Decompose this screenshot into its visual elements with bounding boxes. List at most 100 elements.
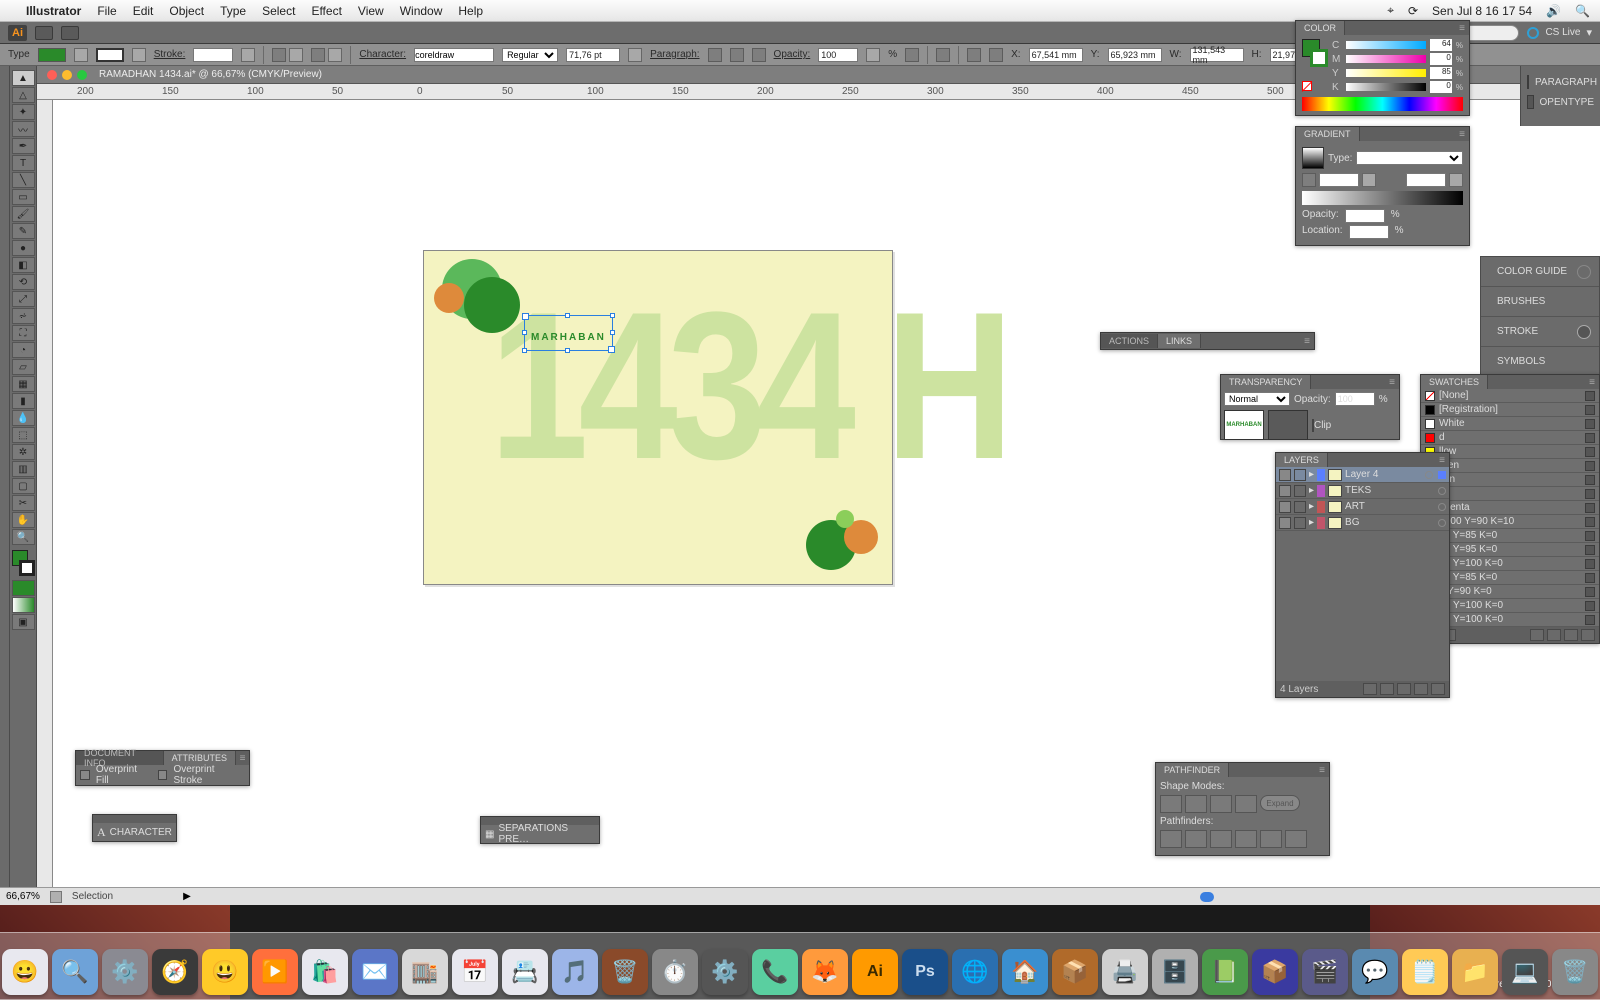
dock-app[interactable]: Ps [902,949,948,995]
dock-app[interactable]: 📇 [502,949,548,995]
align-right-icon[interactable] [752,48,766,62]
paragraph-link[interactable]: Paragraph: [650,49,699,60]
dock-app[interactable]: ⚙️ [102,949,148,995]
bluetooth-icon[interactable]: ⌖ [1387,3,1394,18]
tab-color[interactable]: COLOR [1296,21,1345,35]
locate-icon[interactable] [1363,683,1377,695]
layers-panel[interactable]: LAYERS≡ ▸Layer 4▸TEKS▸ART▸BG 4 Layers [1275,452,1450,698]
trim-button[interactable] [1185,830,1207,848]
tab-transparency[interactable]: TRANSPARENCY [1221,375,1311,389]
blend-tool[interactable]: ⬚ [12,427,35,443]
grad-location-input[interactable] [1349,225,1389,239]
character-mini-panel[interactable]: ACHARACTER [92,814,177,842]
gradient-mode-icon[interactable] [12,597,35,613]
w-input[interactable]: 131,543 mm [1190,48,1244,62]
font-weight-select[interactable]: Regular [502,48,558,62]
dock-app[interactable]: 🗑️ [602,949,648,995]
rail-color-guide[interactable]: COLOR GUIDE [1481,257,1599,287]
reverse-grad-icon[interactable] [1302,173,1316,187]
k-slider[interactable] [1346,83,1426,91]
mask-thumb[interactable] [1268,410,1308,440]
dock-app[interactable]: 📁 [1452,949,1498,995]
outline-button[interactable] [1260,830,1282,848]
color-panel[interactable]: COLOR≡ C64% M0% Y85% K0% [1295,20,1470,116]
pen-tool[interactable]: ✒ [12,138,35,154]
m-value[interactable]: 0 [1430,53,1452,65]
swatch-row[interactable]: [None] [1421,389,1599,403]
zoom-display[interactable]: 66,67% [6,891,40,902]
x-input[interactable]: 67,541 mm [1029,48,1083,62]
exclude-button[interactable] [1235,795,1257,813]
tab-pathfinder[interactable]: PATHFINDER [1156,763,1229,777]
arrange-button[interactable] [61,26,79,40]
dock-app[interactable]: 🏠 [1002,949,1048,995]
layer-row[interactable]: ▸BG [1276,515,1449,531]
volume-icon[interactable]: 🔊 [1546,4,1561,18]
spotlight-icon[interactable]: 🔍 [1575,4,1590,18]
grad-opacity-input[interactable] [1345,209,1385,223]
delete-layer-icon[interactable] [1431,683,1445,695]
character-link[interactable]: Character: [359,49,406,60]
blob-brush-tool[interactable]: ● [12,240,35,256]
magic-wand-tool[interactable]: ✦ [12,104,35,120]
none-swatch[interactable] [1302,81,1312,91]
gradient-type-select[interactable] [1356,151,1463,165]
rail-stroke[interactable]: STROKE [1481,317,1599,347]
hand-tool[interactable]: ✋ [12,512,35,528]
timemachine-icon[interactable]: ⟳ [1408,4,1418,18]
clock[interactable]: Sen Jul 8 16 17 54 [1432,4,1532,18]
dock-app[interactable]: 🔍 [52,949,98,995]
separations-mini-panel[interactable]: ▦SEPARATIONS PRE… [480,816,600,844]
stroke-preview[interactable] [1310,49,1328,67]
color-mode-icon[interactable] [12,580,35,596]
paintbrush-tool[interactable]: 🖌 [12,206,35,222]
panel-menu-icon[interactable]: ≡ [1455,129,1469,140]
gradient-preview[interactable] [1302,147,1324,169]
swatch-row[interactable]: d [1421,431,1599,445]
rail-paragraph[interactable]: PARAGRAPH [1521,72,1600,92]
cslive-button[interactable]: CS Live ▾ [1527,26,1592,39]
align-left-icon[interactable] [708,48,722,62]
zoom-tool[interactable]: 🔍 [12,529,35,545]
trash-icon[interactable] [1581,629,1595,641]
dock-app[interactable]: 🏬 [402,949,448,995]
app-name[interactable]: Illustrator [26,4,81,18]
dock-app[interactable]: ⏱️ [652,949,698,995]
dock-app[interactable]: 🌐 [952,949,998,995]
lock-icon[interactable] [1294,485,1306,497]
dock-app[interactable]: 📦 [1052,949,1098,995]
lock-icon[interactable] [1294,517,1306,529]
visibility-icon[interactable] [1279,517,1291,529]
screen-mode-icon[interactable]: ▣ [12,614,35,630]
dock-app[interactable]: 🖨️ [1102,949,1148,995]
new-sublayer-icon[interactable] [1397,683,1411,695]
panel-menu-icon[interactable]: ≡ [236,753,249,764]
dock-app[interactable]: 📦 [1252,949,1298,995]
gradient-tool[interactable]: ▮ [12,393,35,409]
tab-swatches[interactable]: SWATCHES [1421,375,1488,389]
dock-app[interactable]: 📞 [752,949,798,995]
lock-icon[interactable] [1294,469,1306,481]
zoom-window-icon[interactable] [77,70,87,80]
rail-symbols[interactable]: SYMBOLS [1481,347,1599,377]
artboard-tool[interactable]: ▢ [12,478,35,494]
dock-app[interactable]: 🛍️ [302,949,348,995]
align-panel-icon[interactable] [967,48,981,62]
menu-select[interactable]: Select [262,4,295,18]
tab-attributes[interactable]: ATTRIBUTES [164,751,236,765]
gradient-panel[interactable]: GRADIENT≡ Type: Opacity:% Location:% [1295,126,1470,246]
docinfo-panel[interactable]: DOCUMENT INFOATTRIBUTES≡ Overprint FillO… [75,750,250,786]
layer-row[interactable]: ▸ART [1276,499,1449,515]
fill-stroke-control[interactable] [12,550,35,576]
dock-app[interactable]: 🗑️ [1552,949,1598,995]
dock-app[interactable]: 📅 [452,949,498,995]
dock-app[interactable]: 😀 [2,949,48,995]
panel-menu-icon[interactable]: ≡ [1585,377,1599,388]
dock-app[interactable]: 🎬 [1302,949,1348,995]
shape-builder-tool[interactable]: ◔ [12,342,35,358]
panel-menu-icon[interactable]: ≡ [1435,455,1449,466]
divide-button[interactable] [1160,830,1182,848]
stroke-swatch[interactable] [96,48,124,62]
actions-links-panel[interactable]: ACTIONSLINKS≡ [1100,332,1315,350]
zoom-dd[interactable] [50,891,62,903]
